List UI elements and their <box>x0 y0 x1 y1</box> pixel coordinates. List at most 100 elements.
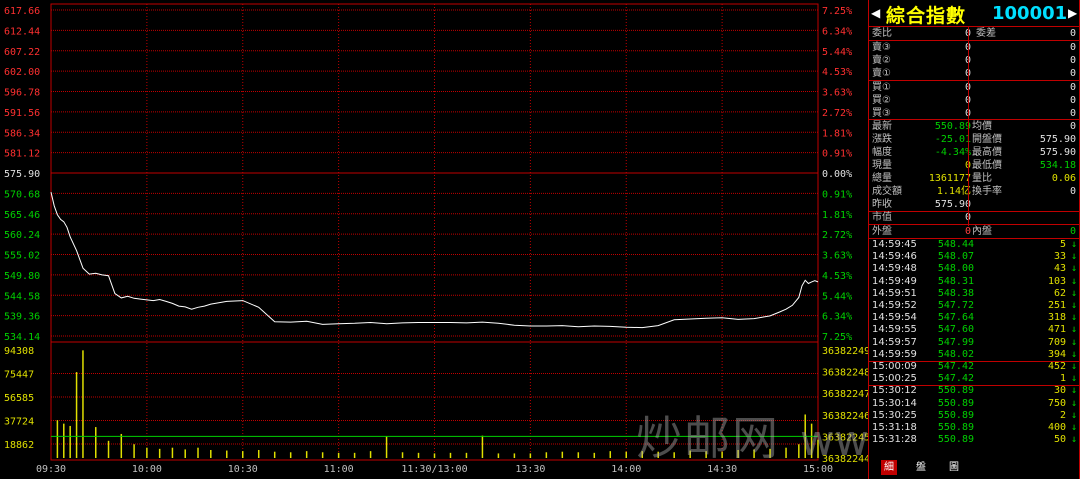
ratio-label: 委比 <box>872 28 892 39</box>
outer-label: 外盤 <box>872 226 892 237</box>
tick-row: 15:30:14 550.89 750 ↓ <box>868 398 1080 410</box>
title-bar: ◀ 綜合指數 100001 ▶ <box>868 0 1080 27</box>
buy-volume: 0 <box>1069 82 1076 93</box>
buy-volume: 0 <box>1069 95 1076 106</box>
price-tick-label: 560.24 <box>4 230 40 241</box>
tick-volume: 452 <box>1047 361 1066 372</box>
down-arrow-icon: ↓ <box>1070 422 1077 433</box>
tick-time: 15:31:18 <box>872 422 917 433</box>
volume-tick-label: 37724 <box>4 417 34 428</box>
avg-label: 均價 <box>972 121 992 132</box>
tick-volume: 318 <box>1047 312 1066 324</box>
percent-tick-label: 1.81% <box>822 210 852 221</box>
percent-tick-label: 5.44% <box>822 291 852 302</box>
open-value: 575.90 <box>1039 134 1076 145</box>
down-arrow-icon: ↓ <box>1070 287 1077 299</box>
sell-label: 賣③ <box>872 42 891 53</box>
percent-tick-label: 0.00% <box>822 169 852 180</box>
tick-price: 550.89 <box>937 385 974 397</box>
tab-chart[interactable]: 圖 <box>946 460 962 475</box>
time-tick-label: 13:30 <box>515 464 545 475</box>
down-arrow-icon: ↓ <box>1070 312 1077 324</box>
quote-row-outer-inner: 外盤 0 內盤 0 <box>868 225 1080 238</box>
diff-value: 0 <box>1069 28 1076 39</box>
percent-tick-label: 6.34% <box>822 312 852 323</box>
tick-volume: 471 <box>1047 324 1066 336</box>
time-tick-label: 11:00 <box>324 464 354 475</box>
tick-time: 14:59:49 <box>872 275 917 287</box>
tick-row: 14:59:52 547.72 251 ↓ <box>868 300 1080 312</box>
tick-time: 14:59:55 <box>872 324 917 336</box>
tick-price: 550.89 <box>937 422 974 433</box>
tick-price: 548.38 <box>937 287 974 299</box>
tick-row: 15:00:25 547.42 1 ↓ <box>868 373 1080 387</box>
prev-close-label: 昨收 <box>872 199 892 210</box>
quote-panel: ◀ 綜合指數 100001 ▶ 委比 0 委差 0 賣③ 0 0 賣② 0 0 賣① 0 0 買… <box>868 0 1080 479</box>
buy-row: 買②00 <box>868 94 1080 107</box>
price-tick-label: 617.66 <box>4 6 40 17</box>
tick-price: 548.31 <box>937 275 974 287</box>
quote-row-curvol: 現量 0 最低價 534.18 <box>868 159 1080 172</box>
amount-value: 1.14亿 <box>936 186 971 197</box>
tick-row: 15:31:18 550.89 400 ↓ <box>868 422 1080 434</box>
tab-book[interactable]: 盤 <box>913 460 929 475</box>
price-tick-label: 570.68 <box>4 189 40 200</box>
change-label: 漲跌 <box>872 134 892 145</box>
tick-row: 14:59:48 548.00 43 ↓ <box>868 263 1080 275</box>
volume-tick-label: 56585 <box>4 393 34 404</box>
tick-volume: 50 <box>1053 434 1066 446</box>
tick-row: 14:59:59 548.02 394 ↓ <box>868 349 1080 362</box>
tick-volume: 33 <box>1053 251 1066 263</box>
inner-value: 0 <box>1069 226 1076 237</box>
price-tick-label: 607.22 <box>4 47 40 58</box>
tick-price: 547.72 <box>937 300 974 311</box>
down-arrow-icon: ↓ <box>1070 361 1077 372</box>
open-label: 開盤價 <box>972 134 1002 145</box>
panel-column-divider <box>968 27 969 226</box>
percent-tick-label: 0.91% <box>822 189 852 200</box>
price-tick-label: 555.02 <box>4 251 40 262</box>
mkt-cap-label: 市值 <box>872 212 892 223</box>
sell-label: 賣① <box>872 68 891 79</box>
turnover-value: 0 <box>1069 186 1076 197</box>
down-arrow-icon: ↓ <box>1070 263 1077 275</box>
percent-tick-label: 4.53% <box>822 271 852 282</box>
ratio-row: 委比 0 委差 0 <box>868 27 1080 40</box>
volume-tick-label: 94308 <box>4 346 34 357</box>
next-stock-arrow-icon[interactable]: ▶ <box>1068 6 1077 20</box>
tick-row: 14:59:51 548.38 62 ↓ <box>868 288 1080 300</box>
tick-price: 548.07 <box>937 251 974 263</box>
tick-row: 15:31:28 550.89 50 ↓ <box>868 434 1080 446</box>
time-tick-label: 10:00 <box>132 464 162 475</box>
price-tick-label: 596.78 <box>4 88 40 99</box>
tick-volume: 103 <box>1047 275 1066 287</box>
tick-volume: 400 <box>1047 422 1066 433</box>
tick-time: 15:00:09 <box>872 361 917 372</box>
down-arrow-icon: ↓ <box>1070 239 1077 250</box>
low-label: 最低價 <box>972 160 1002 171</box>
tick-price: 547.42 <box>937 361 974 372</box>
high-value: 575.90 <box>1039 147 1076 158</box>
down-arrow-icon: ↓ <box>1070 275 1077 287</box>
volume-right-tick-label: 36382249 <box>822 346 868 357</box>
tick-volume: 5 <box>1059 239 1066 250</box>
watermark-cn: 炒邮网 <box>636 411 780 465</box>
tick-price: 548.44 <box>937 239 974 250</box>
tick-row: 14:59:54 547.64 318 ↓ <box>868 312 1080 324</box>
tick-price: 547.60 <box>937 324 974 336</box>
price-tick-label: 575.90 <box>4 169 40 180</box>
percent-tick-label: 2.72% <box>822 108 852 119</box>
tick-price: 548.00 <box>937 263 974 275</box>
price-tick-label: 549.80 <box>4 271 40 282</box>
prev-stock-arrow-icon[interactable]: ◀ <box>871 6 880 20</box>
tick-time: 14:59:48 <box>872 263 917 275</box>
tick-price: 547.99 <box>937 336 974 348</box>
volume-right-tick-label: 36382247 <box>822 389 868 400</box>
pct-label: 幅度 <box>872 147 892 158</box>
price-tick-label: 591.56 <box>4 108 40 119</box>
percent-tick-label: 0.91% <box>822 149 852 160</box>
tab-detail[interactable]: 細 <box>881 460 897 475</box>
down-arrow-icon: ↓ <box>1070 385 1077 397</box>
vol-ratio-label: 量比 <box>972 173 992 184</box>
tick-row: 15:30:25 550.89 2 ↓ <box>868 410 1080 422</box>
